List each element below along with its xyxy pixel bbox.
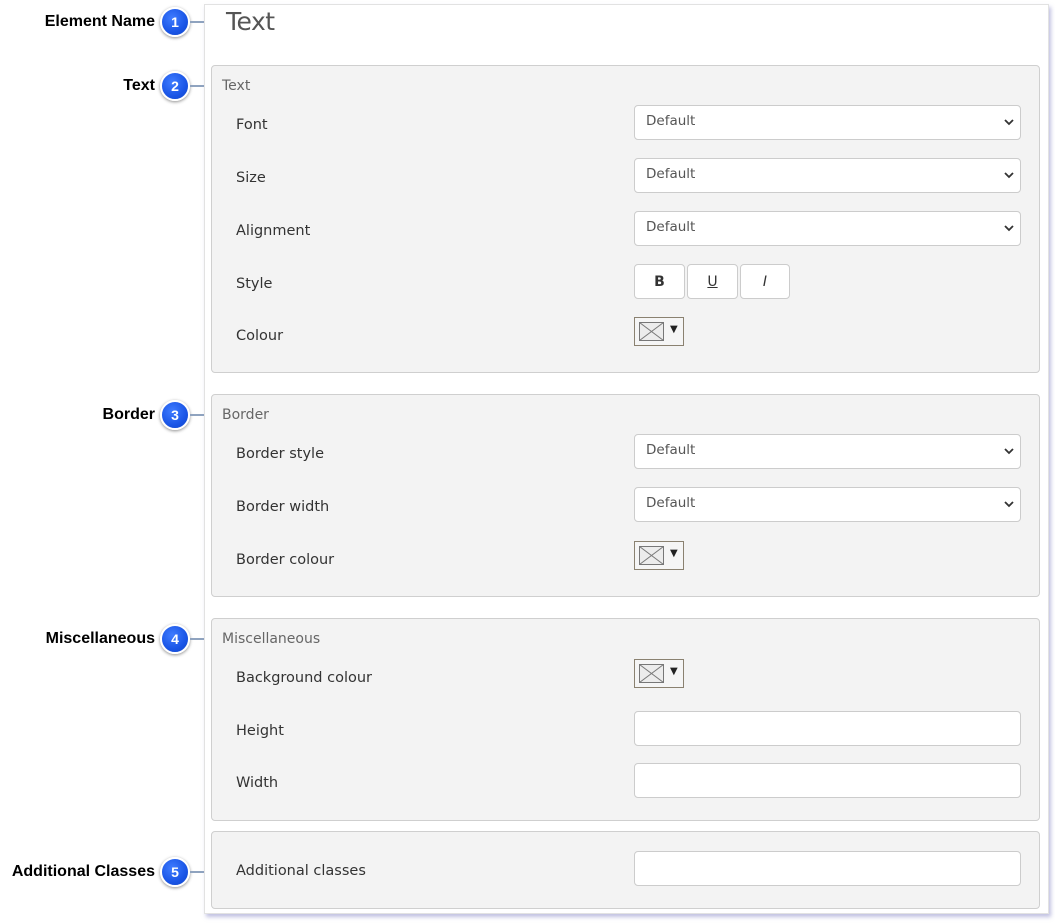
width-input[interactable] <box>634 763 1021 798</box>
alignment-select[interactable]: Default <box>634 211 1021 246</box>
callout-badge: 3 <box>160 400 190 430</box>
height-label: Height <box>236 723 284 739</box>
caret-down-icon: ▼ <box>670 548 678 559</box>
bold-button[interactable]: B <box>634 264 685 299</box>
colour-picker[interactable]: ▼ <box>634 317 684 346</box>
additional-classes-label: Additional classes <box>236 863 366 879</box>
text-group: Text Font Default Size Default Alignment… <box>211 65 1040 373</box>
callout-badge: 1 <box>160 7 190 37</box>
size-select-value: Default <box>646 166 696 182</box>
font-label: Font <box>236 117 268 133</box>
miscellaneous-group: Miscellaneous Background colour ▼ Height… <box>211 618 1040 821</box>
chevron-down-icon <box>1004 172 1014 179</box>
caret-down-icon: ▼ <box>670 324 678 335</box>
font-select-value: Default <box>646 113 696 129</box>
alignment-select-value: Default <box>646 219 696 235</box>
border-style-select[interactable]: Default <box>634 434 1021 469</box>
additional-classes-input[interactable] <box>634 851 1021 886</box>
callout-text: Text 2 <box>0 71 212 101</box>
colour-label: Colour <box>236 328 284 344</box>
no-colour-swatch-icon <box>639 546 664 565</box>
callout-label: Border <box>102 406 155 423</box>
border-style-select-value: Default <box>646 442 696 458</box>
italic-button[interactable]: I <box>740 264 790 299</box>
element-name-title: Text <box>226 7 275 36</box>
callout-miscellaneous: Miscellaneous 4 <box>0 624 212 654</box>
additional-classes-group: Additional classes <box>211 831 1040 909</box>
alignment-label: Alignment <box>236 223 311 239</box>
callout-element-name: Element Name 1 <box>0 7 212 37</box>
callout-additional-classes: Additional Classes 5 <box>0 857 212 887</box>
border-width-select[interactable]: Default <box>634 487 1021 522</box>
chevron-down-icon <box>1004 225 1014 232</box>
callout-badge: 2 <box>160 71 190 101</box>
callout-label: Miscellaneous <box>45 630 155 647</box>
border-colour-picker[interactable]: ▼ <box>634 541 684 570</box>
border-width-select-value: Default <box>646 495 696 511</box>
border-style-label: Border style <box>236 446 324 462</box>
border-group: Border Border style Default Border width… <box>211 394 1040 597</box>
caret-down-icon: ▼ <box>670 666 678 677</box>
callout-label: Additional Classes <box>11 863 155 880</box>
group-legend: Border <box>222 407 269 423</box>
properties-panel: Text Text Font Default Size Default Alig… <box>204 4 1049 914</box>
font-select[interactable]: Default <box>634 105 1021 140</box>
chevron-down-icon <box>1004 501 1014 508</box>
underline-button[interactable]: U <box>687 264 738 299</box>
group-legend: Miscellaneous <box>222 631 321 647</box>
no-colour-swatch-icon <box>639 664 664 683</box>
no-colour-swatch-icon <box>639 322 664 341</box>
callout-label: Text <box>123 77 155 94</box>
border-width-label: Border width <box>236 499 330 515</box>
size-select[interactable]: Default <box>634 158 1021 193</box>
height-input[interactable] <box>634 711 1021 746</box>
callout-badge: 5 <box>160 857 190 887</box>
background-colour-label: Background colour <box>236 670 373 686</box>
style-label: Style <box>236 276 273 292</box>
border-colour-label: Border colour <box>236 552 335 568</box>
chevron-down-icon <box>1004 119 1014 126</box>
background-colour-picker[interactable]: ▼ <box>634 659 684 688</box>
callout-border: Border 3 <box>0 400 212 430</box>
width-label: Width <box>236 775 279 791</box>
chevron-down-icon <box>1004 448 1014 455</box>
group-legend: Text <box>222 78 251 94</box>
size-label: Size <box>236 170 266 186</box>
callout-badge: 4 <box>160 624 190 654</box>
callout-label: Element Name <box>44 13 155 30</box>
